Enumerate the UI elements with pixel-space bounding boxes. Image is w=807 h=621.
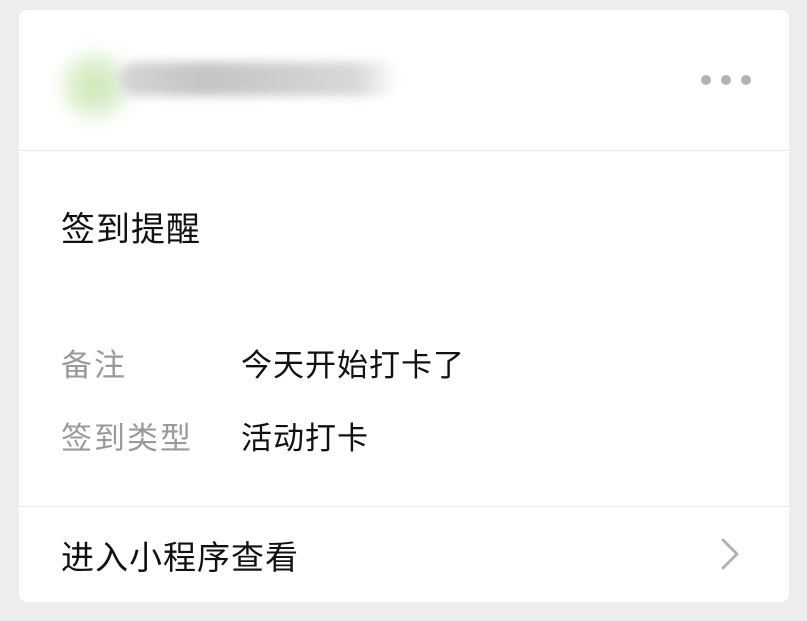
more-dots-icon (741, 75, 751, 85)
field-label: 备注 (61, 348, 127, 384)
more-dots-icon (721, 75, 731, 85)
message-card: 签到提醒 备注 今天开始打卡了 签到类型 活动打卡 进入小程序查看 (19, 10, 789, 602)
open-mini-program-link[interactable]: 进入小程序查看 (19, 506, 789, 602)
more-dots-icon (701, 75, 711, 85)
field-value: 今天开始打卡了 (241, 348, 465, 384)
card-header (19, 10, 789, 151)
field-row-checkin-type: 签到类型 活动打卡 (61, 413, 369, 458)
field-row-note: 备注 今天开始打卡了 (61, 340, 465, 385)
more-button[interactable] (701, 70, 751, 90)
field-value: 活动打卡 (241, 421, 369, 457)
field-label: 签到类型 (61, 421, 193, 457)
open-mini-program-label: 进入小程序查看 (61, 538, 299, 577)
chevron-right-icon (721, 538, 739, 570)
sender-name-redacted (119, 62, 399, 96)
card-title: 签到提醒 (61, 210, 201, 250)
